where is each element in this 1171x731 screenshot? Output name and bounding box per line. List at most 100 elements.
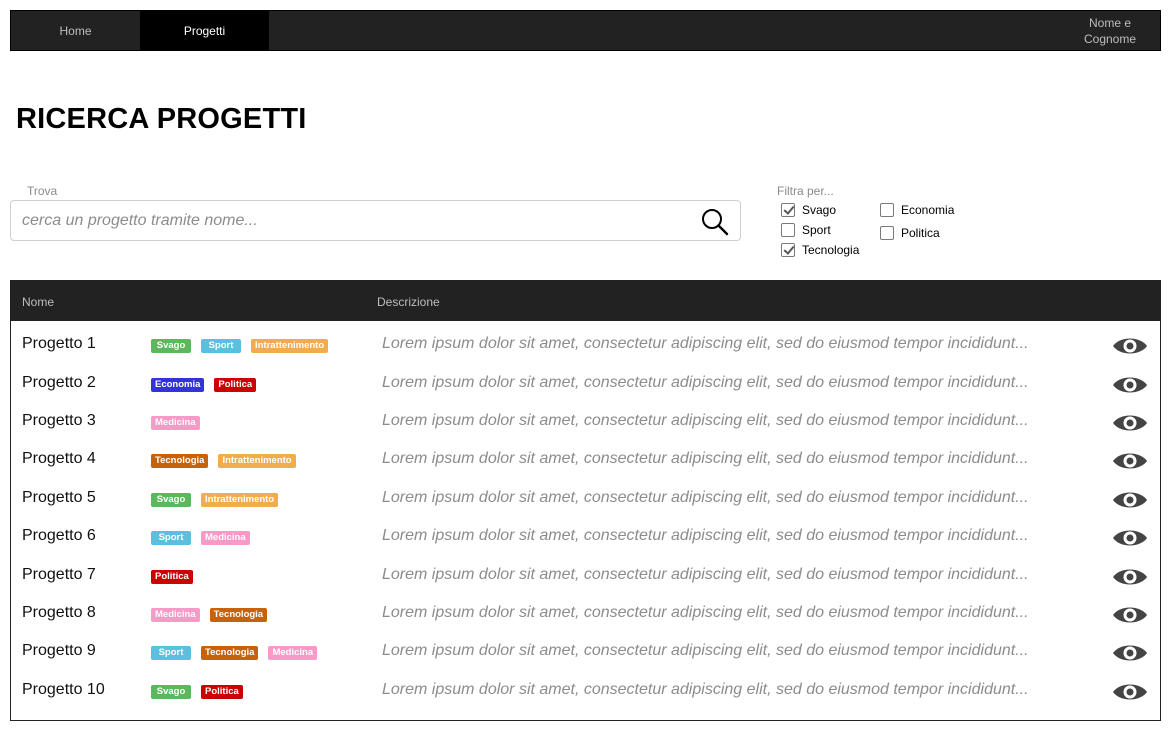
- tag-medicina: Medicina: [201, 531, 250, 545]
- project-tags: Economia Politica: [151, 378, 257, 392]
- tag-tecnologia: Tecnologia: [201, 646, 259, 660]
- table-row: Progetto 7 Politica Lorem ipsum dolor sit …: [11, 559, 1160, 597]
- project-tags: Tecnologia Intrattenimento: [151, 454, 296, 468]
- project-tags: Svago Sport Intrattenimento: [151, 339, 329, 353]
- project-description: Lorem ipsum dolor sit amet, consectetur …: [382, 412, 1029, 429]
- project-description: Lorem ipsum dolor sit amet, consectetur …: [382, 335, 1029, 352]
- project-tags: Sport Medicina: [151, 531, 250, 545]
- eye-icon[interactable]: [1112, 565, 1148, 589]
- project-description: Lorem ipsum dolor sit amet, consectetur …: [382, 489, 1029, 506]
- table-row: Progetto 8 Medicina Tecnologia Lorem ipsum …: [11, 597, 1160, 635]
- project-tags: Svago Politica: [151, 685, 243, 699]
- project-tags: Medicina: [151, 416, 200, 430]
- column-header-description: Descrizione: [377, 295, 440, 309]
- tag-tecnologia: Tecnologia: [151, 454, 209, 468]
- nav-home[interactable]: Home: [11, 11, 140, 50]
- tag-tecnologia: Tecnologia: [209, 608, 268, 622]
- project-description: Lorem ipsum dolor sit amet, consectetur …: [382, 527, 1029, 544]
- tag-intrattenimento: Intrattenimento: [251, 339, 329, 353]
- table-row: Progetto 1 Svago Sport Intrattenimento Lorem…: [11, 328, 1160, 366]
- project-name: Progetto 3: [22, 412, 96, 429]
- user-menu[interactable]: Nome e Cognome: [1060, 11, 1160, 50]
- filter-checkbox[interactable]: [781, 223, 795, 237]
- eye-icon[interactable]: [1112, 449, 1148, 473]
- project-name: Progetto 2: [22, 374, 96, 391]
- eye-icon[interactable]: [1112, 603, 1148, 627]
- search-input[interactable]: [22, 201, 682, 240]
- table-row: Progetto 4 Tecnologia Intrattenimento Lorem…: [11, 443, 1160, 481]
- project-name: Progetto 1: [22, 335, 96, 352]
- search-icon[interactable]: [700, 207, 730, 237]
- tag-svago: Svago: [151, 685, 191, 699]
- filter-checkbox[interactable]: [781, 243, 795, 257]
- tag-medicina: Medicina: [151, 608, 200, 622]
- tag-medicina: Medicina: [268, 646, 318, 660]
- table-row: Progetto 6 Sport Medicina Lorem ipsum dolor…: [11, 520, 1160, 558]
- tag-sport: Sport: [151, 531, 191, 545]
- tag-intrattenimento: Intrattenimento: [201, 493, 279, 507]
- filter-sport[interactable]: Sport: [781, 223, 831, 237]
- project-description: Lorem ipsum dolor sit amet, consectetur …: [382, 374, 1029, 391]
- user-name-line1: Nome e: [1088, 15, 1132, 30]
- table-row: Progetto 2 Economia Politica Lorem ipsum do…: [11, 367, 1160, 405]
- projects-table: Nome Descrizione Progetto 1 Svago Sport Int…: [10, 280, 1161, 721]
- filter-tecnologia[interactable]: Tecnologia: [781, 243, 859, 257]
- table-header: Nome Descrizione: [11, 281, 1160, 321]
- eye-icon[interactable]: [1112, 488, 1148, 512]
- eye-icon[interactable]: [1112, 641, 1148, 665]
- column-header-name: Nome: [22, 295, 55, 309]
- page-title: RICERCA PROGETTI: [16, 103, 307, 135]
- project-description: Lorem ipsum dolor sit amet, consectetur …: [382, 566, 1029, 583]
- user-name-line2: Cognome: [1083, 31, 1137, 46]
- top-navbar: Home Progetti Nome e Cognome: [10, 10, 1161, 51]
- eye-icon[interactable]: [1112, 411, 1148, 435]
- table-row: Progetto 9 Sport Tecnologia Medicina Lorem i…: [11, 635, 1160, 673]
- tag-politica: Politica: [214, 378, 257, 392]
- project-name: Progetto 6: [22, 527, 96, 544]
- filter-checkbox[interactable]: [880, 203, 894, 217]
- tag-svago: Svago: [151, 339, 191, 353]
- filter-label-text: Politica: [901, 226, 940, 240]
- filter-label-text: Economia: [901, 203, 955, 217]
- project-description: Lorem ipsum dolor sit amet, consectetur …: [382, 642, 1029, 659]
- filter-label-text: Tecnologia: [802, 243, 860, 257]
- tag-intrattenimento: Intrattenimento: [218, 454, 296, 468]
- filter-label: Filtra per...: [777, 184, 834, 198]
- project-name: Progetto 10: [22, 681, 105, 698]
- eye-icon[interactable]: [1112, 334, 1148, 358]
- tag-medicina: Medicina: [151, 416, 200, 430]
- project-name: Progetto 9: [22, 642, 96, 659]
- filter-checkbox[interactable]: [781, 203, 795, 217]
- eye-icon[interactable]: [1112, 373, 1148, 397]
- tag-sport: Sport: [201, 339, 241, 353]
- search-label: Trova: [27, 184, 58, 198]
- nav-projects[interactable]: Progetti: [140, 11, 269, 50]
- project-name: Progetto 5: [22, 489, 96, 506]
- project-name: Progetto 8: [22, 604, 96, 621]
- project-tags: Svago Intrattenimento: [151, 493, 279, 507]
- table-row: Progetto 5 Svago Intrattenimento Lorem ipsu…: [11, 482, 1160, 520]
- eye-icon[interactable]: [1112, 526, 1148, 550]
- eye-icon[interactable]: [1112, 680, 1148, 704]
- project-name: Progetto 4: [22, 450, 96, 467]
- table-row: Progetto 3 Medicina Lorem ipsum dolor sit …: [11, 405, 1160, 443]
- filter-svago[interactable]: Svago: [781, 203, 836, 217]
- project-name: Progetto 7: [22, 566, 96, 583]
- tag-politica: Politica: [201, 685, 243, 699]
- project-tags: Politica: [151, 570, 193, 584]
- project-description: Lorem ipsum dolor sit amet, consectetur …: [382, 450, 1029, 467]
- filter-economia[interactable]: Economia: [880, 203, 954, 217]
- project-description: Lorem ipsum dolor sit amet, consectetur …: [382, 681, 1029, 698]
- project-tags: Sport Tecnologia Medicina: [151, 646, 318, 660]
- tag-politica: Politica: [151, 570, 193, 584]
- tag-sport: Sport: [151, 646, 191, 660]
- filter-label-text: Sport: [802, 223, 831, 237]
- project-description: Lorem ipsum dolor sit amet, consectetur …: [382, 604, 1029, 621]
- filter-politica[interactable]: Politica: [880, 226, 940, 240]
- tag-economia: Economia: [151, 378, 205, 392]
- filter-checkbox[interactable]: [880, 226, 894, 240]
- project-tags: Medicina Tecnologia: [151, 608, 268, 622]
- filter-label-text: Svago: [802, 203, 837, 217]
- table-row: Progetto 10 Svago Politica Lorem ipsum dolo…: [11, 674, 1160, 712]
- search-box: [10, 200, 741, 241]
